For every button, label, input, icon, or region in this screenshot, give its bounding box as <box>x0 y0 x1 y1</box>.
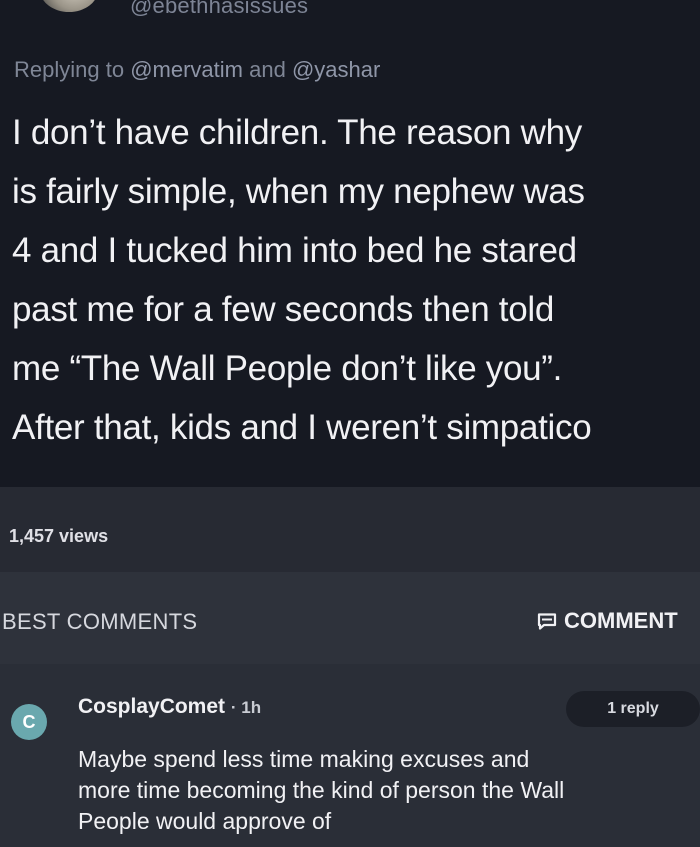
mention-link[interactable]: @mervatim <box>130 57 243 82</box>
author-handle[interactable]: @ebethhasissues <box>130 0 308 19</box>
tweet-line: me “The Wall People don’t like you”. <box>12 349 563 388</box>
and-text: and <box>249 57 286 82</box>
avatar-letter: C <box>22 711 36 732</box>
mention-link[interactable]: @yashar <box>292 57 380 82</box>
tweet-line: 4 and I tucked him into bed he stared <box>12 231 577 270</box>
comments-header: BEST COMMENTS COMMENT <box>0 572 700 664</box>
comment-button[interactable]: COMMENT <box>537 608 678 634</box>
comment-button-label: COMMENT <box>564 608 678 633</box>
commenter-username[interactable]: CosplayComet <box>78 695 225 718</box>
tweet-line: I don’t have children. The reason why <box>12 113 582 152</box>
best-comments-title: BEST COMMENTS <box>2 609 198 634</box>
comment-item: C CosplayComet · 1h 1 reply Maybe spend … <box>0 664 700 847</box>
tweet-card: @ebethhasissues Replying to @mervatim an… <box>0 0 700 487</box>
comment-bubble-icon <box>537 612 557 630</box>
view-count: 1,457 views <box>9 526 109 546</box>
comment-author-line: CosplayComet · 1h <box>78 695 261 719</box>
stats-bar: 1,457 views <box>0 487 700 572</box>
tweet-text: I don’t have children. The reason why is… <box>12 103 700 457</box>
comment-line: People would approve of <box>78 808 332 834</box>
replying-prefix: Replying to <box>14 57 125 82</box>
reply-count-button[interactable]: 1 reply <box>566 691 700 727</box>
commenter-avatar[interactable]: C <box>11 704 47 740</box>
comment-text: Maybe spend less time making excuses and… <box>78 744 700 837</box>
tweet-line: After that, kids and I weren’t simpatico <box>12 408 592 447</box>
comment-line: more time becoming the kind of person th… <box>78 777 565 803</box>
author-avatar[interactable] <box>40 0 98 12</box>
comment-time: · 1h <box>230 698 262 717</box>
comment-line: Maybe spend less time making excuses and <box>78 746 530 772</box>
tweet-line: is fairly simple, when my nephew was <box>12 172 585 211</box>
tweet-line: past me for a few seconds then told <box>12 290 555 329</box>
replying-to: Replying to @mervatim and @yashar <box>14 57 380 83</box>
